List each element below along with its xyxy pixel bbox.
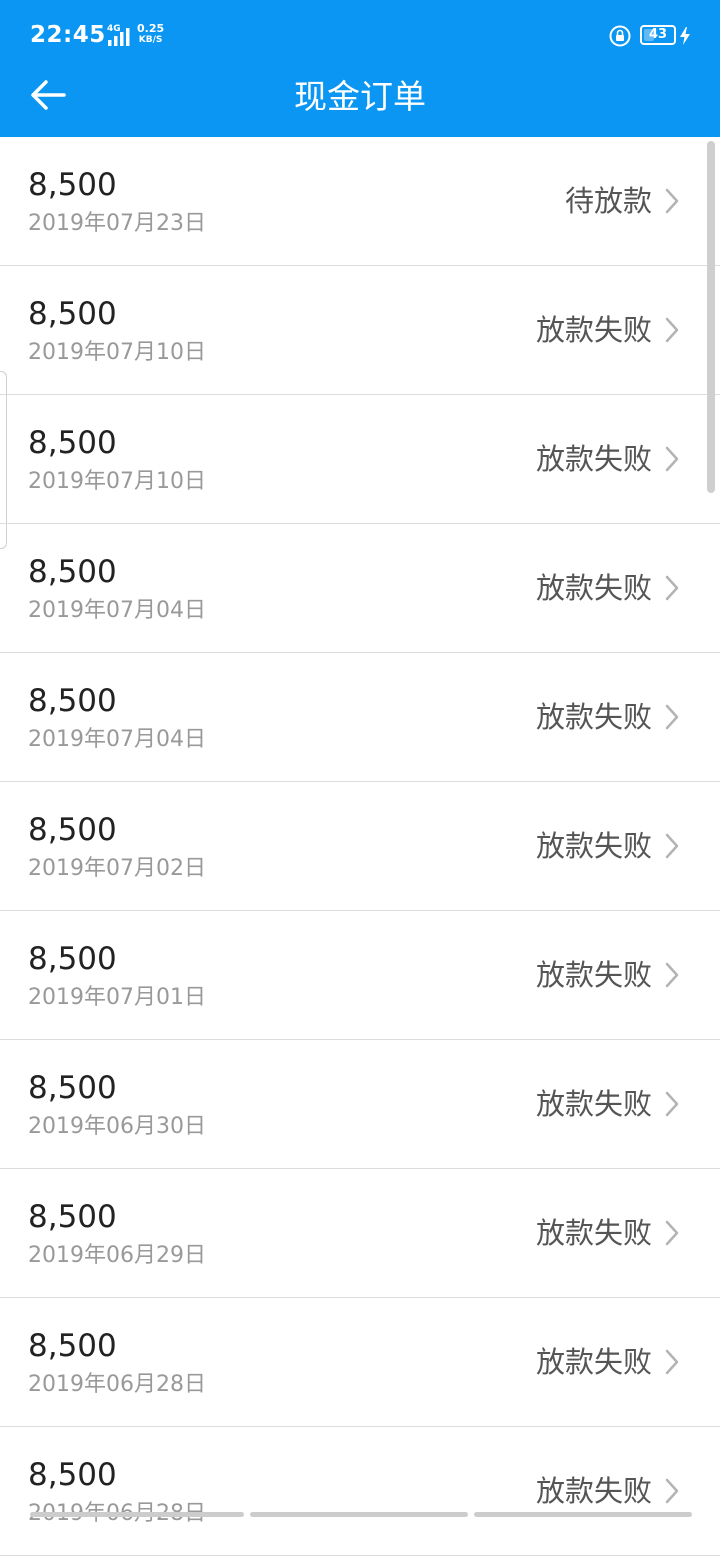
order-status: 放款失败	[535, 958, 652, 992]
order-amount: 8,500	[28, 683, 117, 719]
order-amount: 8,500	[28, 941, 117, 977]
order-row[interactable]: 8,500 2019年07月23日 待放款	[0, 137, 720, 266]
charging-bolt-icon	[680, 27, 690, 45]
chevron-right-icon	[665, 1478, 679, 1504]
chevron-right-icon	[665, 1220, 679, 1246]
network-speed-unit: KB/S	[138, 35, 163, 45]
order-date: 2019年07月23日	[28, 211, 206, 236]
scrollbar[interactable]	[707, 141, 715, 493]
order-amount: 8,500	[28, 167, 117, 203]
order-status: 放款失败	[535, 1216, 652, 1250]
order-status: 放款失败	[535, 829, 652, 863]
network-activity-dot: °	[97, 24, 101, 33]
network-speed: 0.25 KB/S	[137, 23, 164, 46]
status-bar: 22:45 ° 4G 0.25 KB/S 43	[0, 0, 720, 74]
order-date: 2019年07月01日	[28, 985, 206, 1010]
order-date: 2019年06月30日	[28, 1114, 206, 1139]
order-row[interactable]: 8,500 2019年06月30日 放款失败	[0, 1040, 720, 1169]
order-row[interactable]: 8,500 2019年07月10日 放款失败	[0, 395, 720, 524]
order-row[interactable]: 8,5002019年06月28日放款失败	[0, 1427, 720, 1556]
order-status: 放款失败	[535, 442, 652, 476]
chevron-right-icon	[665, 1091, 679, 1117]
chevron-right-icon	[665, 575, 679, 601]
nav-hint-center	[250, 1512, 468, 1517]
order-row[interactable]: 8,500 2019年07月10日 放款失败	[0, 266, 720, 395]
nav-hint-right	[474, 1512, 692, 1517]
rotation-lock-icon	[609, 25, 631, 47]
order-status: 放款失败	[535, 313, 652, 347]
order-status: 放款失败	[535, 1087, 652, 1121]
battery-indicator: 43	[640, 25, 676, 45]
signal-strength-icon	[108, 28, 130, 46]
order-amount: 8,500	[28, 1070, 117, 1106]
order-amount: 8,500	[28, 1328, 117, 1364]
chevron-right-icon	[665, 704, 679, 730]
order-amount: 8,500	[28, 1457, 117, 1493]
order-date: 2019年06月28日	[28, 1372, 206, 1397]
chevron-right-icon	[665, 962, 679, 988]
order-status: 待放款	[564, 184, 652, 218]
order-date: 2019年07月02日	[28, 856, 206, 881]
network-speed-value: 0.25	[137, 22, 165, 35]
order-status: 放款失败	[535, 1345, 652, 1379]
app-bar: 22:45 ° 4G 0.25 KB/S 43 现金订单	[0, 0, 720, 137]
order-amount: 8,500	[28, 554, 117, 590]
chevron-right-icon	[665, 1349, 679, 1375]
order-row[interactable]: 8,500 2019年07月02日 放款失败	[0, 782, 720, 911]
status-time: 22:45	[30, 22, 106, 48]
order-date: 2019年07月04日	[28, 727, 206, 752]
order-amount: 8,500	[28, 425, 117, 461]
chevron-right-icon	[665, 317, 679, 343]
order-date: 2019年07月10日	[28, 469, 206, 494]
battery-percent: 43	[648, 27, 668, 42]
order-amount: 8,500	[28, 1199, 117, 1235]
order-date: 2019年07月10日	[28, 340, 206, 365]
order-status: 放款失败	[535, 1474, 652, 1508]
order-amount: 8,500	[28, 296, 117, 332]
chevron-right-icon	[665, 446, 679, 472]
order-row[interactable]: 8,500 2019年07月04日 放款失败	[0, 524, 720, 653]
order-row[interactable]: 8,500 2019年07月04日 放款失败	[0, 653, 720, 782]
chevron-right-icon	[665, 833, 679, 859]
order-amount: 8,500	[28, 812, 117, 848]
order-status: 放款失败	[535, 700, 652, 734]
nav-hint-left	[30, 1512, 244, 1517]
order-row[interactable]: 8,500 2019年06月28日 放款失败	[0, 1298, 720, 1427]
chevron-right-icon	[665, 188, 679, 214]
order-date: 2019年06月29日	[28, 1243, 206, 1268]
order-row[interactable]: 8,500 2019年07月01日 放款失败	[0, 911, 720, 1040]
page-title: 现金订单	[294, 77, 426, 116]
order-status: 放款失败	[535, 571, 652, 605]
order-date: 2019年07月04日	[28, 598, 206, 623]
order-row[interactable]: 8,500 2019年06月29日 放款失败	[0, 1169, 720, 1298]
order-list: 8,500 2019年07月23日 待放款 8,500 2019年07月10日 放款失败 8…	[0, 137, 720, 1556]
